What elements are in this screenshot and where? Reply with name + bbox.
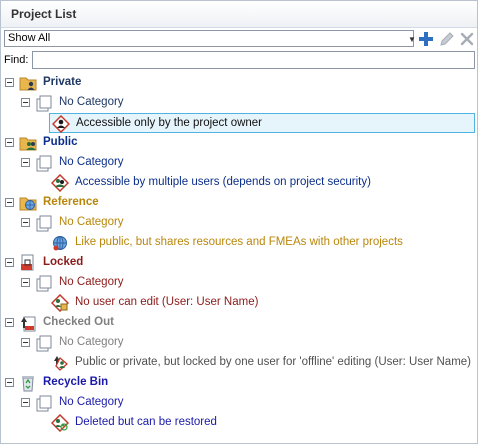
category-pages-icon bbox=[35, 334, 53, 352]
item-label: Deleted but can be restored bbox=[75, 416, 217, 428]
tree-item[interactable]: Deleted but can be restored bbox=[49, 413, 469, 433]
collapse-toggle[interactable] bbox=[21, 278, 30, 287]
close-icon bbox=[460, 32, 474, 46]
tree-node-category[interactable]: No Category bbox=[21, 333, 321, 353]
category-label: No Category bbox=[59, 156, 124, 168]
plus-icon bbox=[419, 32, 433, 46]
tree-node-private[interactable]: Private bbox=[5, 73, 445, 93]
deleted-users-icon bbox=[51, 414, 69, 432]
add-project-button[interactable] bbox=[417, 30, 435, 48]
category-pages-icon bbox=[35, 94, 53, 112]
shared-users-icon bbox=[51, 174, 69, 192]
project-tree: Private No Category Accessible only by t… bbox=[1, 73, 477, 443]
tree-node-category[interactable]: No Category bbox=[21, 213, 321, 233]
filter-toolbar: Show All ▼ bbox=[1, 29, 477, 49]
checked-out-user-icon bbox=[51, 354, 69, 372]
collapse-toggle[interactable] bbox=[5, 198, 14, 207]
find-label: Find: bbox=[4, 54, 29, 66]
group-label: Recycle Bin bbox=[43, 376, 109, 388]
checked-out-icon bbox=[19, 314, 37, 332]
locked-users-icon bbox=[51, 294, 69, 312]
group-label: Private bbox=[43, 76, 82, 88]
group-label: Reference bbox=[43, 196, 99, 208]
tree-node-reference[interactable]: Reference bbox=[5, 193, 445, 213]
item-label: No user can edit (User: User Name) bbox=[75, 296, 259, 308]
tree-item[interactable]: No user can edit (User: User Name) bbox=[49, 293, 469, 313]
collapse-toggle[interactable] bbox=[5, 78, 14, 87]
category-label: No Category bbox=[59, 96, 124, 108]
tree-item[interactable]: Accessible by multiple users (depends on… bbox=[49, 173, 469, 193]
tree-node-category[interactable]: No Category bbox=[21, 93, 321, 113]
tree-node-category[interactable]: No Category bbox=[21, 273, 321, 293]
delete-project-button[interactable] bbox=[458, 30, 476, 48]
tree-item[interactable]: Like public, but shares resources and FM… bbox=[49, 233, 469, 253]
collapse-toggle[interactable] bbox=[21, 158, 30, 167]
filter-dropdown[interactable]: Show All ▼ bbox=[4, 30, 416, 47]
tree-node-locked[interactable]: Locked bbox=[5, 253, 445, 273]
item-label: Public or private, but locked by one use… bbox=[75, 356, 471, 368]
tree-node-category[interactable]: No Category bbox=[21, 153, 321, 173]
public-folder-icon bbox=[19, 134, 37, 152]
category-pages-icon bbox=[35, 214, 53, 232]
filter-selected-value: Show All bbox=[8, 32, 51, 44]
collapse-toggle[interactable] bbox=[21, 218, 30, 227]
collapse-toggle[interactable] bbox=[21, 338, 30, 347]
category-pages-icon bbox=[35, 154, 53, 172]
tree-item-selected[interactable]: Accessible only by the project owner bbox=[49, 113, 475, 133]
category-pages-icon bbox=[35, 274, 53, 292]
item-label: Accessible only by the project owner bbox=[76, 117, 263, 129]
tree-node-public[interactable]: Public bbox=[5, 133, 445, 153]
category-label: No Category bbox=[59, 396, 124, 408]
category-label: No Category bbox=[59, 216, 124, 228]
find-bar: Find: bbox=[1, 50, 477, 71]
collapse-toggle[interactable] bbox=[21, 98, 30, 107]
panel-title: Project List bbox=[11, 7, 77, 21]
recycle-bin-icon bbox=[19, 374, 37, 392]
category-label: No Category bbox=[59, 276, 124, 288]
collapse-toggle[interactable] bbox=[5, 258, 14, 267]
item-label: Like public, but shares resources and FM… bbox=[75, 236, 403, 248]
tree-node-checked-out[interactable]: Checked Out bbox=[5, 313, 445, 333]
group-label: Locked bbox=[43, 256, 84, 268]
item-label: Accessible by multiple users (depends on… bbox=[75, 176, 371, 188]
group-label: Checked Out bbox=[43, 316, 114, 328]
edit-project-button[interactable] bbox=[438, 30, 456, 48]
owner-only-icon bbox=[52, 115, 70, 133]
group-label: Public bbox=[43, 136, 78, 148]
find-input[interactable] bbox=[32, 51, 475, 69]
tree-node-category[interactable]: No Category bbox=[21, 393, 321, 413]
collapse-toggle[interactable] bbox=[5, 378, 14, 387]
project-list-panel: Project List Show All ▼ Find: Private No… bbox=[0, 0, 478, 444]
panel-title-bar: Project List bbox=[1, 1, 477, 28]
locked-document-icon bbox=[19, 254, 37, 272]
category-pages-icon bbox=[35, 394, 53, 412]
private-folder-icon bbox=[19, 74, 37, 92]
tree-node-recycle-bin[interactable]: Recycle Bin bbox=[5, 373, 445, 393]
collapse-toggle[interactable] bbox=[5, 318, 14, 327]
pencil-icon bbox=[440, 32, 454, 46]
collapse-toggle[interactable] bbox=[21, 398, 30, 407]
reference-globe-icon bbox=[19, 194, 37, 212]
tree-item[interactable]: Public or private, but locked by one use… bbox=[49, 353, 474, 373]
reference-globe-icon bbox=[51, 234, 69, 252]
collapse-toggle[interactable] bbox=[5, 138, 14, 147]
category-label: No Category bbox=[59, 336, 124, 348]
